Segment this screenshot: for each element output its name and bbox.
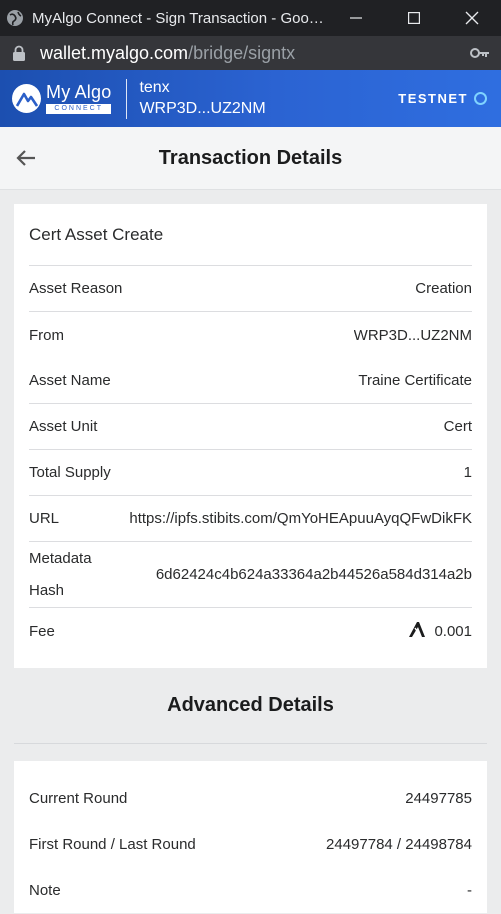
detail-value: Creation — [415, 280, 472, 297]
detail-label: First Round / Last Round — [29, 835, 196, 853]
detail-label: Current Round — [29, 789, 128, 807]
network-status-icon — [474, 92, 487, 105]
advanced-card: Current Round 24497785 First Round / Las… — [14, 761, 487, 913]
main-content: Cert Asset Create Asset Reason Creation … — [0, 190, 501, 913]
account-name: tenx — [139, 78, 170, 96]
detail-label: Note — [29, 881, 61, 899]
myalgo-logo: My Algo CONNECT — [12, 82, 112, 114]
detail-label: From — [29, 326, 64, 344]
detail-row-metadata-hash: Metadata Hash 6d62424c4b624a33364a2b4452… — [29, 542, 472, 608]
close-window-button[interactable] — [443, 0, 501, 36]
detail-row-url: URL https://ipfs.stibits.com/QmYoHEApuuA… — [29, 496, 472, 542]
transaction-card: Cert Asset Create Asset Reason Creation … — [14, 204, 487, 668]
advanced-row-current-round: Current Round 24497785 — [29, 775, 472, 821]
detail-value: https://ipfs.stibits.com/QmYoHEApuuAyqQF… — [129, 510, 472, 527]
detail-label: Fee — [29, 622, 55, 640]
detail-value: 24497784 / 24498784 — [326, 835, 472, 853]
detail-label: URL — [29, 510, 60, 527]
header-divider — [126, 78, 128, 119]
detail-value: 1 — [463, 464, 472, 481]
maximize-button[interactable] — [385, 0, 443, 36]
detail-value: 0.001 — [434, 622, 472, 640]
detail-row-fee: Fee 0.001 — [29, 608, 472, 654]
detail-label: Asset Unit — [29, 418, 98, 435]
window-title: MyAlgo Connect - Sign Transaction - Goog… — [32, 9, 327, 27]
detail-row-from: From WRP3D...UZ2NM — [29, 312, 472, 358]
detail-label: Asset Name — [29, 372, 111, 389]
url-host: wallet.myalgo.com — [40, 42, 189, 63]
detail-value: WRP3D...UZ2NM — [353, 326, 472, 344]
detail-label: Metadata Hash — [29, 549, 92, 599]
detail-value: Cert — [443, 418, 472, 435]
account-address: WRP3D...UZ2NM — [139, 99, 266, 117]
page-header: Transaction Details — [0, 127, 501, 190]
myalgo-logo-icon — [12, 84, 41, 113]
account-info: tenx WRP3D...UZ2NM — [139, 78, 398, 120]
algo-icon — [408, 620, 426, 642]
advanced-row-rounds: First Round / Last Round 24497784 / 2449… — [29, 821, 472, 867]
detail-label: Total Supply — [29, 464, 111, 481]
app-header: My Algo CONNECT tenx WRP3D...UZ2NM TESTN… — [0, 70, 501, 127]
detail-value: 24497785 — [405, 789, 472, 807]
browser-titlebar: MyAlgo Connect - Sign Transaction - Goog… — [0, 0, 501, 36]
detail-row-asset-name: Asset Name Traine Certificate — [29, 358, 472, 404]
page-title: Transaction Details — [158, 146, 343, 169]
advanced-row-note: Note - — [29, 867, 472, 913]
logo-main-text: My Algo — [46, 82, 112, 102]
detail-row-total-supply: Total Supply 1 — [29, 450, 472, 496]
network-badge: TESTNET — [398, 91, 487, 106]
lock-icon[interactable] — [12, 45, 28, 61]
network-label: TESTNET — [398, 91, 468, 106]
detail-row-asset-unit: Asset Unit Cert — [29, 404, 472, 450]
url-path: /bridge/signtx — [188, 42, 296, 63]
globe-icon — [6, 9, 24, 27]
detail-value: - — [467, 881, 472, 899]
detail-label: Asset Reason — [29, 280, 123, 297]
url-text[interactable]: wallet.myalgo.com/bridge/signtx — [40, 43, 469, 64]
back-arrow-icon[interactable] — [15, 147, 37, 169]
detail-row-asset-reason: Asset Reason Creation — [29, 266, 472, 312]
detail-value: 6d62424c4b624a33364a2b44526a584d314a2b — [155, 566, 472, 583]
address-bar[interactable]: wallet.myalgo.com/bridge/signtx — [0, 36, 501, 70]
logo-sub-text: CONNECT — [46, 104, 112, 114]
detail-value: Traine Certificate — [358, 372, 472, 389]
key-icon[interactable] — [469, 45, 491, 61]
advanced-details-title: Advanced Details — [14, 668, 487, 744]
minimize-button[interactable] — [327, 0, 385, 36]
transaction-type: Cert Asset Create — [29, 204, 472, 266]
